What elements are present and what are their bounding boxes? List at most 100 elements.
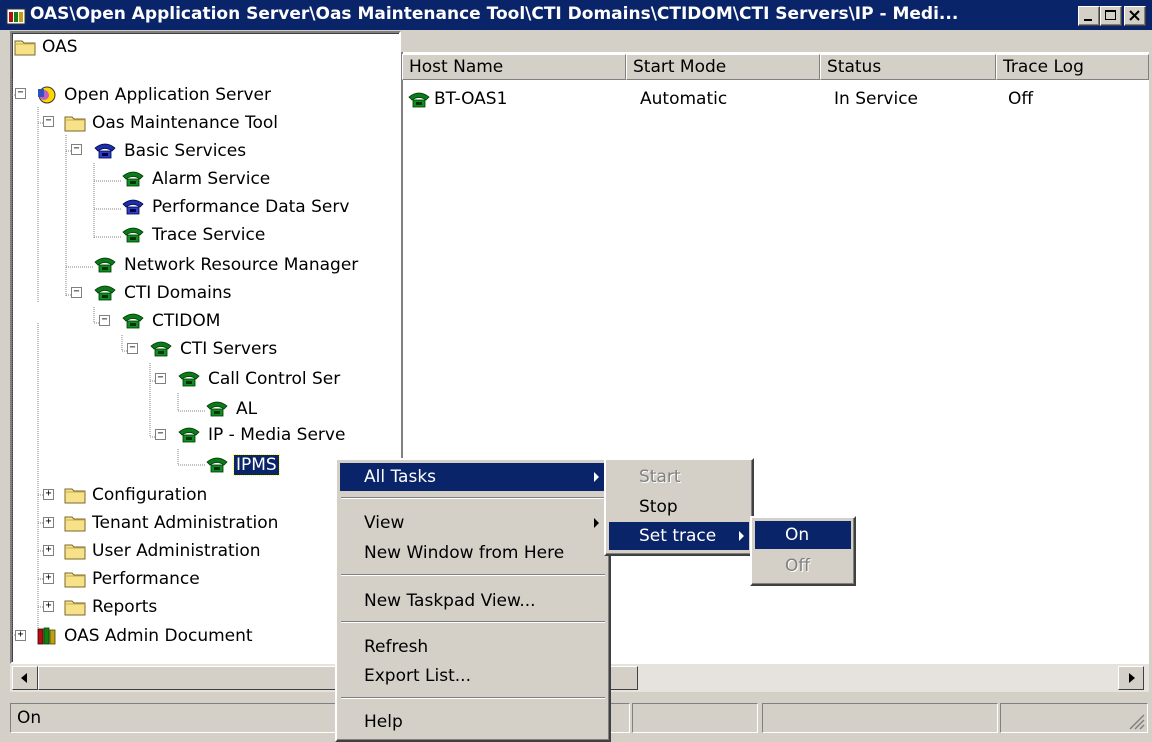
collapse-icon[interactable]: −	[71, 287, 82, 298]
phone-green-icon	[120, 311, 146, 331]
menu-item-trace-off[interactable]: Off	[755, 552, 851, 580]
menu-item-refresh[interactable]: Refresh	[340, 633, 606, 661]
status-panel-4	[1000, 703, 1148, 733]
tree-item-call-control-server[interactable]: Call Control Ser	[176, 367, 342, 391]
phone-blue-icon	[92, 141, 118, 161]
tree-item-tenant-administration[interactable]: Tenant Administration	[64, 511, 280, 535]
menu-item-help[interactable]: Help	[340, 708, 606, 736]
collapse-icon[interactable]: −	[71, 144, 82, 155]
minimize-icon	[1084, 19, 1092, 21]
resize-grip-icon[interactable]	[1127, 712, 1145, 730]
minimize-button[interactable]	[1078, 6, 1100, 26]
folder-icon	[64, 541, 86, 561]
app-icon[interactable]	[6, 6, 26, 26]
menu-separator	[341, 574, 605, 576]
menu-item-set-trace[interactable]: Set trace	[609, 522, 749, 550]
collapse-icon[interactable]: −	[43, 116, 54, 127]
folder-icon	[64, 113, 86, 133]
phone-blue-icon	[120, 197, 146, 217]
column-header-trace-log[interactable]: Trace Log	[996, 54, 1149, 80]
phone-green-icon	[92, 283, 118, 303]
phone-green-icon	[176, 369, 202, 389]
expand-icon[interactable]: +	[43, 573, 54, 584]
tree-item-cti-servers[interactable]: CTI Servers	[148, 337, 279, 361]
menu-item-new-window-from-here[interactable]: New Window from Here	[340, 539, 606, 567]
expand-icon[interactable]: +	[43, 545, 54, 556]
menu-item-new-taskpad-view[interactable]: New Taskpad View...	[340, 587, 606, 615]
phone-green-icon	[120, 225, 146, 245]
phone-green-icon	[92, 255, 118, 275]
tree-item-oas-admin-document[interactable]: OAS Admin Document	[36, 624, 255, 648]
collapse-icon[interactable]: −	[127, 343, 138, 354]
tree-item-configuration[interactable]: Configuration	[64, 483, 209, 507]
menu-item-trace-on[interactable]: On	[755, 521, 851, 549]
folder-icon	[64, 569, 86, 589]
cell-trace-log: Off	[1008, 89, 1034, 109]
submenu-arrow-icon	[739, 531, 744, 541]
phone-green-icon	[120, 169, 146, 189]
tree-item-network-resource-manager[interactable]: Network Resource Manager	[92, 253, 360, 277]
collapse-icon[interactable]: −	[155, 429, 166, 440]
tree-item-ipms[interactable]: IPMS	[204, 453, 280, 477]
tree-item-performance-data-service[interactable]: Performance Data Serv	[120, 195, 351, 219]
window-title: OAS\Open Application Server\Oas Maintena…	[30, 4, 959, 24]
tree-item-cti-domains[interactable]: CTI Domains	[92, 281, 234, 305]
arrow-right-icon	[1129, 673, 1135, 683]
expand-icon[interactable]: +	[43, 517, 54, 528]
tree-item-performance[interactable]: Performance	[64, 567, 202, 591]
expand-icon[interactable]: +	[43, 601, 54, 612]
tree-item-al[interactable]: AL	[204, 397, 259, 421]
menu-item-stop[interactable]: Stop	[609, 493, 749, 521]
cell-status: In Service	[834, 89, 919, 109]
menu-item-export-list[interactable]: Export List...	[340, 662, 606, 690]
arrow-left-icon	[21, 673, 27, 683]
menu-item-view[interactable]: View	[340, 509, 606, 537]
close-button[interactable]	[1124, 6, 1146, 26]
status-panel-3	[762, 703, 998, 733]
context-menu: All Tasks View New Window from Here New …	[335, 458, 611, 742]
table-row[interactable]: BT-OAS1 Automatic In Service Off	[404, 88, 1148, 114]
cell-host-name: BT-OAS1	[434, 89, 508, 109]
tree-item-oas[interactable]: OAS	[14, 35, 80, 59]
set-trace-submenu: On Off	[750, 516, 856, 586]
tree-item-ctidom[interactable]: CTIDOM	[120, 309, 222, 333]
tree-item-ip-media-server[interactable]: IP - Media Serve	[176, 423, 347, 447]
expand-icon[interactable]: +	[15, 630, 26, 641]
phone-green-icon	[204, 455, 230, 475]
status-panel-2	[632, 703, 758, 733]
phone-green-icon	[406, 90, 432, 110]
menu-item-all-tasks[interactable]: All Tasks	[340, 463, 606, 491]
maximize-button[interactable]	[1100, 6, 1122, 26]
column-header-start-mode[interactable]: Start Mode	[626, 54, 820, 80]
menu-separator	[341, 621, 605, 623]
expand-icon[interactable]: +	[43, 489, 54, 500]
books-icon	[36, 626, 58, 646]
close-icon	[1129, 10, 1140, 21]
cell-start-mode: Automatic	[640, 89, 728, 109]
tree-item-user-administration[interactable]: User Administration	[64, 539, 263, 563]
phone-green-icon	[176, 425, 202, 445]
tree-item-oas-maintenance-tool[interactable]: Oas Maintenance Tool	[64, 111, 280, 135]
collapse-icon[interactable]: −	[155, 373, 166, 384]
tree-item-reports[interactable]: Reports	[64, 595, 159, 619]
folder-icon	[64, 485, 86, 505]
submenu-arrow-icon	[594, 518, 599, 528]
folder-icon	[64, 597, 86, 617]
collapse-icon[interactable]: −	[15, 88, 26, 99]
folder-icon	[14, 37, 36, 57]
collapse-icon[interactable]: −	[99, 315, 110, 326]
scroll-left-button[interactable]	[12, 666, 38, 690]
scroll-right-button[interactable]	[1118, 666, 1144, 690]
folder-icon	[64, 513, 86, 533]
server-icon	[36, 85, 58, 105]
column-header-host-name[interactable]: Host Name	[402, 54, 626, 80]
menu-item-start[interactable]: Start	[609, 463, 749, 491]
submenu-arrow-icon	[594, 472, 599, 482]
column-header-status[interactable]: Status	[820, 54, 996, 80]
tree-item-alarm-service[interactable]: Alarm Service	[120, 167, 272, 191]
all-tasks-submenu: Start Stop Set trace	[604, 458, 754, 556]
tree-item-trace-service[interactable]: Trace Service	[120, 223, 267, 247]
tree-item-open-application-server[interactable]: Open Application Server	[36, 83, 273, 107]
menu-separator	[341, 497, 605, 499]
tree-item-basic-services[interactable]: Basic Services	[92, 139, 248, 163]
